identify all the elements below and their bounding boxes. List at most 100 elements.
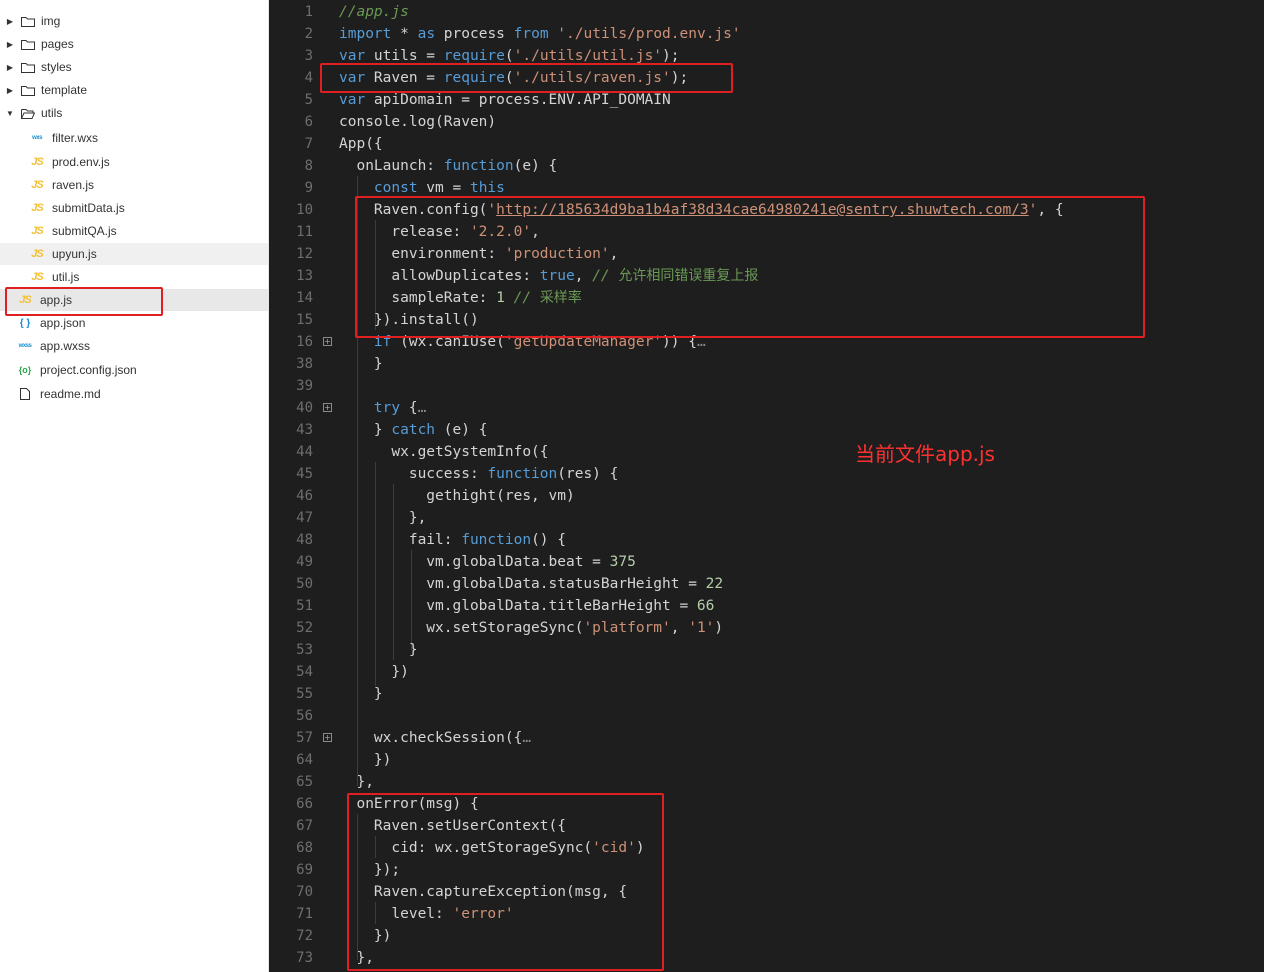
file-submitqa-js[interactable]: JS submitQA.js bbox=[0, 220, 268, 242]
folder-label: pages bbox=[41, 37, 74, 51]
caret-down-icon[interactable]: ▼ bbox=[5, 108, 15, 118]
file-label: app.json bbox=[40, 316, 86, 330]
file-label: readme.md bbox=[40, 387, 101, 401]
code-line: 7 App({ bbox=[269, 133, 1264, 155]
file-util-js[interactable]: JS util.js bbox=[0, 266, 268, 288]
line-number: 43 bbox=[296, 422, 313, 438]
folder-img[interactable]: ▶ img bbox=[0, 10, 268, 32]
folder-open-icon bbox=[21, 108, 35, 119]
line-number: 40 bbox=[296, 400, 313, 416]
line-number: 71 bbox=[296, 906, 313, 922]
line-number: 10 bbox=[296, 202, 313, 218]
file-readme-md[interactable]: readme.md bbox=[0, 383, 268, 405]
js-file-icon: JS bbox=[31, 271, 43, 283]
code-line: 51 vm.globalData.titleBarHeight = 66 bbox=[269, 595, 1264, 617]
line-number: 1 bbox=[304, 4, 313, 20]
js-file-icon: JS bbox=[31, 248, 43, 260]
js-file-icon: JS bbox=[31, 156, 43, 168]
folder-label: template bbox=[41, 83, 88, 97]
code-line: 55 } bbox=[269, 683, 1264, 705]
code-line: 39 bbox=[269, 375, 1264, 397]
code-line: 44 wx.getSystemInfo({ bbox=[269, 441, 1264, 463]
code-line: 64 }) bbox=[269, 749, 1264, 771]
line-number: 39 bbox=[296, 378, 313, 394]
onerror-highlight bbox=[347, 793, 664, 971]
file-raven-js[interactable]: JS raven.js bbox=[0, 174, 268, 196]
line-number: 70 bbox=[296, 884, 313, 900]
line-number: 9 bbox=[304, 180, 313, 196]
file-label: filter.wxs bbox=[52, 131, 99, 145]
folder-icon bbox=[21, 85, 35, 96]
fold-expand-icon[interactable]: + bbox=[323, 733, 332, 742]
code-line: 48 fail: function() { bbox=[269, 529, 1264, 551]
line-number: 51 bbox=[296, 598, 313, 614]
file-label: raven.js bbox=[52, 178, 95, 192]
raven-config-highlight bbox=[355, 196, 1145, 338]
fold-expand-icon[interactable]: + bbox=[323, 337, 332, 346]
line-number: 16 bbox=[296, 334, 313, 350]
file-label: upyun.js bbox=[52, 247, 97, 261]
line-number: 13 bbox=[296, 268, 313, 284]
line-number: 57 bbox=[296, 730, 313, 746]
folder-label: img bbox=[41, 14, 61, 28]
folder-label: styles bbox=[41, 60, 72, 74]
folder-pages[interactable]: ▶ pages bbox=[0, 33, 268, 55]
line-number: 69 bbox=[296, 862, 313, 878]
line-number: 46 bbox=[296, 488, 313, 504]
fold-expand-icon[interactable]: + bbox=[323, 403, 332, 412]
js-file-icon: JS bbox=[31, 179, 43, 191]
line-number: 48 bbox=[296, 532, 313, 548]
folder-template[interactable]: ▶ template bbox=[0, 79, 268, 101]
line-number: 68 bbox=[296, 840, 313, 856]
code-line: 1//app.js bbox=[269, 1, 1264, 23]
file-upyun-js[interactable]: JS upyun.js bbox=[0, 243, 268, 265]
line-number: 2 bbox=[304, 26, 313, 42]
caret-right-icon[interactable]: ▶ bbox=[5, 16, 15, 26]
code-line: 49 vm.globalData.beat = 375 bbox=[269, 551, 1264, 573]
folder-icon bbox=[21, 16, 35, 27]
file-filter-wxs[interactable]: wxs filter.wxs bbox=[0, 127, 268, 149]
code-line: 47 }, bbox=[269, 507, 1264, 529]
file-label: project.config.json bbox=[40, 363, 137, 377]
line-number: 4 bbox=[304, 70, 313, 86]
caret-right-icon[interactable]: ▶ bbox=[5, 85, 15, 95]
file-label: app.wxss bbox=[40, 339, 91, 353]
json-file-icon: { } bbox=[19, 317, 31, 329]
folder-styles[interactable]: ▶ styles bbox=[0, 56, 268, 78]
file-prod-env-js[interactable]: JS prod.env.js bbox=[0, 151, 268, 173]
caret-right-icon[interactable]: ▶ bbox=[5, 62, 15, 72]
line-number: 12 bbox=[296, 246, 313, 262]
line-number: 8 bbox=[304, 158, 313, 174]
code-line: 57 + wx.checkSession({… bbox=[269, 727, 1264, 749]
code-line: 53 } bbox=[269, 639, 1264, 661]
code-line: 65 }, bbox=[269, 771, 1264, 793]
folder-icon bbox=[21, 39, 35, 50]
wxss-file-icon: wxss bbox=[18, 343, 32, 349]
document-file-icon bbox=[16, 388, 34, 400]
line-number: 72 bbox=[296, 928, 313, 944]
line-number: 53 bbox=[296, 642, 313, 658]
line-number: 52 bbox=[296, 620, 313, 636]
line-number: 49 bbox=[296, 554, 313, 570]
code-editor[interactable]: 1//app.js 2 import * as process from './u… bbox=[269, 0, 1264, 972]
file-submitdata-js[interactable]: JS submitData.js bbox=[0, 197, 268, 219]
file-label: submitData.js bbox=[52, 201, 125, 215]
code-line: 43 } catch (e) { bbox=[269, 419, 1264, 441]
line-number: 5 bbox=[304, 92, 313, 108]
config-file-icon: {o} bbox=[18, 365, 32, 375]
code-line: 40 + try {… bbox=[269, 397, 1264, 419]
line-number: 73 bbox=[296, 950, 313, 966]
caret-right-icon[interactable]: ▶ bbox=[5, 39, 15, 49]
file-explorer: ▶ img ▶ pages ▶ styles ▶ template ▼ util… bbox=[0, 0, 269, 972]
code-line: 45 success: function(res) { bbox=[269, 463, 1264, 485]
code-line: 2 import * as process from './utils/prod.… bbox=[269, 23, 1264, 45]
current-file-highlight bbox=[5, 287, 163, 316]
file-project-config-json[interactable]: {o} project.config.json bbox=[0, 359, 268, 381]
code-line: 46 gethight(res, vm) bbox=[269, 485, 1264, 507]
line-number: 3 bbox=[304, 48, 313, 64]
file-app-wxss[interactable]: wxss app.wxss bbox=[0, 335, 268, 357]
line-number: 54 bbox=[296, 664, 313, 680]
folder-utils[interactable]: ▼ utils bbox=[0, 102, 268, 124]
js-file-icon: JS bbox=[31, 202, 43, 214]
line-number: 15 bbox=[296, 312, 313, 328]
